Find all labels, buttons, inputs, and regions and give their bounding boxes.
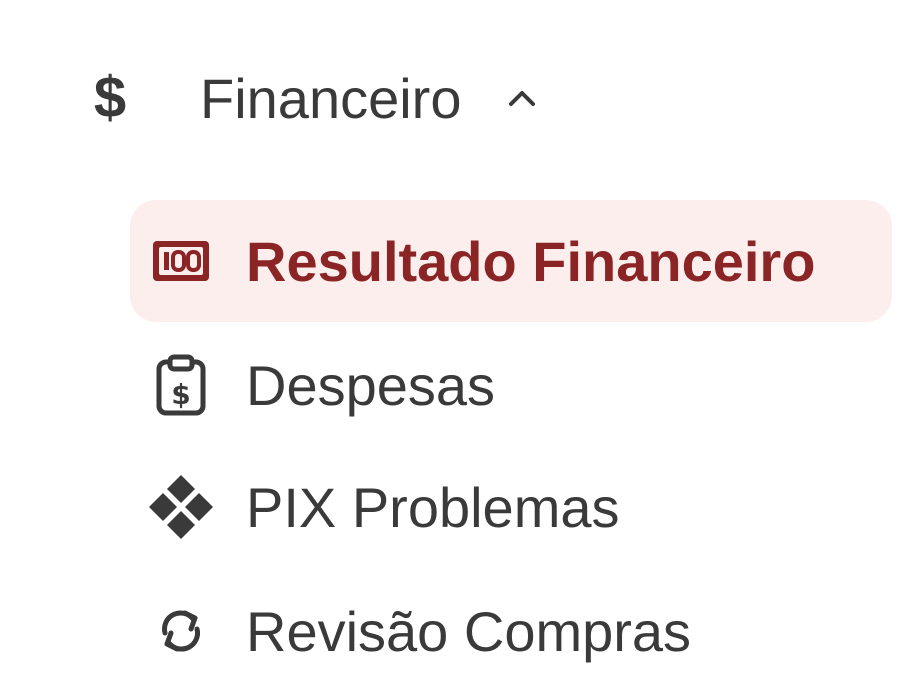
sidebar-item-revisao-compras[interactable]: Revisão Compras <box>130 570 892 692</box>
financeiro-group-toggle[interactable]: $ Financeiro <box>80 58 537 138</box>
sidebar-nav: $ Financeiro Resultado Financeiro $ Desp… <box>0 0 900 700</box>
money-bill-icon <box>146 226 216 296</box>
refresh-icon <box>146 596 216 666</box>
dollar-icon: $ <box>93 65 127 130</box>
sidebar-item-label: Despesas <box>246 353 496 417</box>
pix-icon <box>146 472 216 542</box>
financeiro-group-label: Financeiro <box>200 66 462 130</box>
sidebar-item-label: Revisão Compras <box>246 599 692 663</box>
svg-text:$: $ <box>171 378 190 411</box>
sidebar-item-pix-problemas[interactable]: PIX Problemas <box>130 446 892 568</box>
sidebar-item-label: PIX Problemas <box>246 475 620 539</box>
chevron-up-icon[interactable] <box>507 88 537 108</box>
sidebar-item-resultado-financeiro[interactable]: Resultado Financeiro <box>130 200 892 322</box>
clipboard-dollar-icon: $ <box>146 350 216 420</box>
sidebar-item-label: Resultado Financeiro <box>246 229 816 293</box>
sidebar-item-despesas[interactable]: $ Despesas <box>130 324 892 446</box>
